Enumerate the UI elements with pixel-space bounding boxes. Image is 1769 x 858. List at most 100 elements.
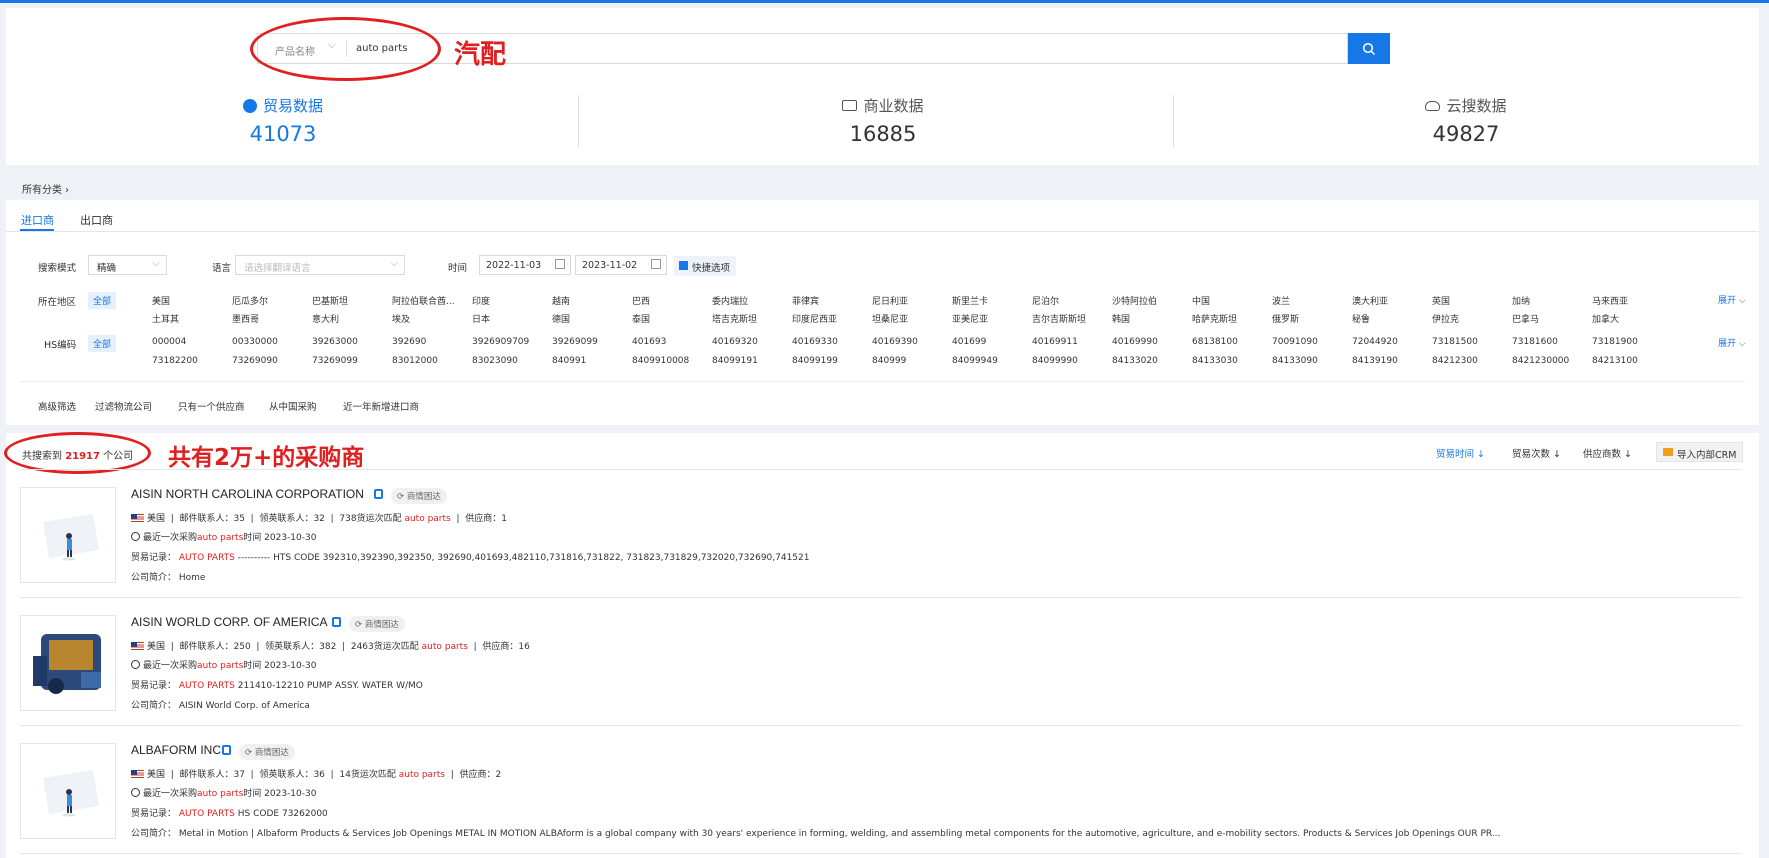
- tab-importers[interactable]: 进口商: [21, 212, 54, 228]
- hs-code-item[interactable]: 40169330: [792, 337, 838, 347]
- region-item[interactable]: 意大利: [312, 312, 339, 325]
- region-item[interactable]: 坦桑尼亚: [872, 312, 908, 325]
- region-item[interactable]: 韩国: [1112, 312, 1130, 325]
- hs-code-item[interactable]: 392690: [392, 337, 426, 347]
- hs-code-item[interactable]: 84133020: [1112, 356, 1158, 366]
- region-item[interactable]: 厄瓜多尔: [232, 294, 268, 307]
- hs-code-item[interactable]: 8409910008: [632, 356, 689, 366]
- hs-code-item[interactable]: 401699: [952, 337, 986, 347]
- company-name[interactable]: AISIN NORTH CAROLINA CORPORATION: [131, 487, 364, 501]
- company-thumbnail[interactable]: [20, 615, 116, 711]
- hs-code-item[interactable]: 00330000: [232, 337, 278, 347]
- hs-code-item[interactable]: 84133030: [1192, 356, 1238, 366]
- search-button[interactable]: [1348, 33, 1390, 64]
- search-mode-select[interactable]: 精确 ⌵: [88, 255, 167, 275]
- region-item[interactable]: 俄罗斯: [1272, 312, 1299, 325]
- region-item[interactable]: 土耳其: [152, 312, 179, 325]
- company-name[interactable]: ALBAFORM INC: [131, 743, 221, 757]
- hs-code-item[interactable]: 840991: [552, 356, 586, 366]
- region-item[interactable]: 巴西: [632, 294, 650, 307]
- region-item[interactable]: 菲律宾: [792, 294, 819, 307]
- hs-expand-button[interactable]: 展开 ⌵: [1718, 336, 1746, 349]
- email-contacts[interactable]: 邮件联系人：37: [180, 770, 245, 780]
- linkedin-contacts[interactable]: 领英联系人：382: [265, 642, 336, 652]
- hs-code-item[interactable]: 73181500: [1432, 337, 1478, 347]
- hs-code-item[interactable]: 70091090: [1272, 337, 1318, 347]
- date-from-input[interactable]: 2022-11-03: [479, 255, 571, 275]
- hs-code-item[interactable]: 73181900: [1592, 337, 1638, 347]
- business-intel-chip[interactable]: ⟳ 商情困达: [239, 744, 295, 760]
- hs-code-item[interactable]: 84139190: [1352, 356, 1398, 366]
- region-item[interactable]: 亚美尼亚: [952, 312, 988, 325]
- region-item[interactable]: 吉尔吉斯斯坦: [1032, 312, 1086, 325]
- region-item[interactable]: 中国: [1192, 294, 1210, 307]
- business-intel-chip[interactable]: ⟳ 商情困达: [391, 488, 447, 504]
- hs-code-item[interactable]: 39263000: [312, 337, 358, 347]
- sort-supplier-count[interactable]: 供应商数 ↓: [1583, 446, 1632, 460]
- hs-code-item[interactable]: 68138100: [1192, 337, 1238, 347]
- email-contacts[interactable]: 邮件联系人：250: [180, 642, 251, 652]
- company-thumbnail[interactable]: [20, 743, 116, 839]
- hs-code-item[interactable]: 84133090: [1272, 356, 1318, 366]
- hs-code-item[interactable]: 73269090: [232, 356, 278, 366]
- linkedin-contacts[interactable]: 领英联系人：32: [259, 514, 324, 524]
- hs-code-item[interactable]: 84099199: [792, 356, 838, 366]
- hs-code-item[interactable]: 73269099: [312, 356, 358, 366]
- region-item[interactable]: 澳大利亚: [1352, 294, 1388, 307]
- tab-exporters[interactable]: 出口商: [80, 212, 113, 228]
- hs-code-item[interactable]: 72044920: [1352, 337, 1398, 347]
- stat-business-data[interactable]: 商业数据 16885: [733, 95, 1033, 146]
- hs-code-item[interactable]: 401693: [632, 337, 666, 347]
- hs-code-item[interactable]: 83012000: [392, 356, 438, 366]
- business-intel-chip[interactable]: ⟳ 商情困达: [349, 616, 405, 632]
- hs-code-item[interactable]: 84212300: [1432, 356, 1478, 366]
- import-crm-button[interactable]: 导入内部CRM: [1656, 442, 1743, 462]
- hs-code-item[interactable]: 840999: [872, 356, 906, 366]
- sort-trade-time[interactable]: 贸易时间 ↓: [1436, 446, 1485, 460]
- sort-trade-count[interactable]: 贸易次数 ↓: [1512, 446, 1561, 460]
- hs-code-item[interactable]: 84099191: [712, 356, 758, 366]
- filter-logistics[interactable]: 过滤物流公司: [95, 399, 152, 413]
- quick-options-button[interactable]: 快捷选项: [674, 256, 737, 276]
- hs-code-item[interactable]: 40169390: [872, 337, 918, 347]
- region-all-tag[interactable]: 全部: [88, 292, 117, 309]
- hs-code-item[interactable]: 84213100: [1592, 356, 1638, 366]
- region-item[interactable]: 秘鲁: [1352, 312, 1370, 325]
- hs-all-tag[interactable]: 全部: [88, 335, 117, 352]
- filter-new-importers[interactable]: 近一年新增进口商: [343, 399, 419, 413]
- hs-code-item[interactable]: 73182200: [152, 356, 198, 366]
- region-item[interactable]: 印度尼西亚: [792, 312, 837, 325]
- region-item[interactable]: 沙特阿拉伯: [1112, 294, 1157, 307]
- region-item[interactable]: 委内瑞拉: [712, 294, 748, 307]
- region-item[interactable]: 埃及: [392, 312, 410, 325]
- hs-code-item[interactable]: 8421230000: [1512, 356, 1569, 366]
- hs-code-item[interactable]: 40169990: [1112, 337, 1158, 347]
- company-name[interactable]: AISIN WORLD CORP. OF AMERICA: [131, 615, 327, 629]
- region-item[interactable]: 哈萨克斯坦: [1192, 312, 1237, 325]
- region-item[interactable]: 阿拉伯联合酋...: [392, 294, 455, 307]
- region-item[interactable]: 巴基斯坦: [312, 294, 348, 307]
- region-item[interactable]: 越南: [552, 294, 570, 307]
- company-thumbnail[interactable]: [20, 487, 116, 583]
- hs-code-item[interactable]: 84099990: [1032, 356, 1078, 366]
- region-item[interactable]: 斯里兰卡: [952, 294, 988, 307]
- region-item[interactable]: 泰国: [632, 312, 650, 325]
- date-to-input[interactable]: 2023-11-02: [575, 255, 667, 275]
- region-item[interactable]: 英国: [1432, 294, 1450, 307]
- hs-code-item[interactable]: 83023090: [472, 356, 518, 366]
- region-item[interactable]: 日本: [472, 312, 490, 325]
- breadcrumb[interactable]: 所有分类 ›: [22, 181, 69, 196]
- region-item[interactable]: 墨西哥: [232, 312, 259, 325]
- hs-code-item[interactable]: 73181600: [1512, 337, 1558, 347]
- filter-from-china[interactable]: 从中国采购: [269, 399, 317, 413]
- linkedin-contacts[interactable]: 领英联系人：36: [259, 770, 324, 780]
- stat-trade-data[interactable]: 贸易数据 41073: [133, 95, 433, 146]
- hs-code-item[interactable]: 40169911: [1032, 337, 1078, 347]
- region-item[interactable]: 波兰: [1272, 294, 1290, 307]
- region-item[interactable]: 巴拿马: [1512, 312, 1539, 325]
- region-expand-button[interactable]: 展开 ⌵: [1718, 293, 1746, 306]
- region-item[interactable]: 加拿大: [1592, 312, 1619, 325]
- stat-cloud-data[interactable]: 云搜数据 49827: [1316, 95, 1616, 146]
- region-item[interactable]: 尼泊尔: [1032, 294, 1059, 307]
- region-item[interactable]: 印度: [472, 294, 490, 307]
